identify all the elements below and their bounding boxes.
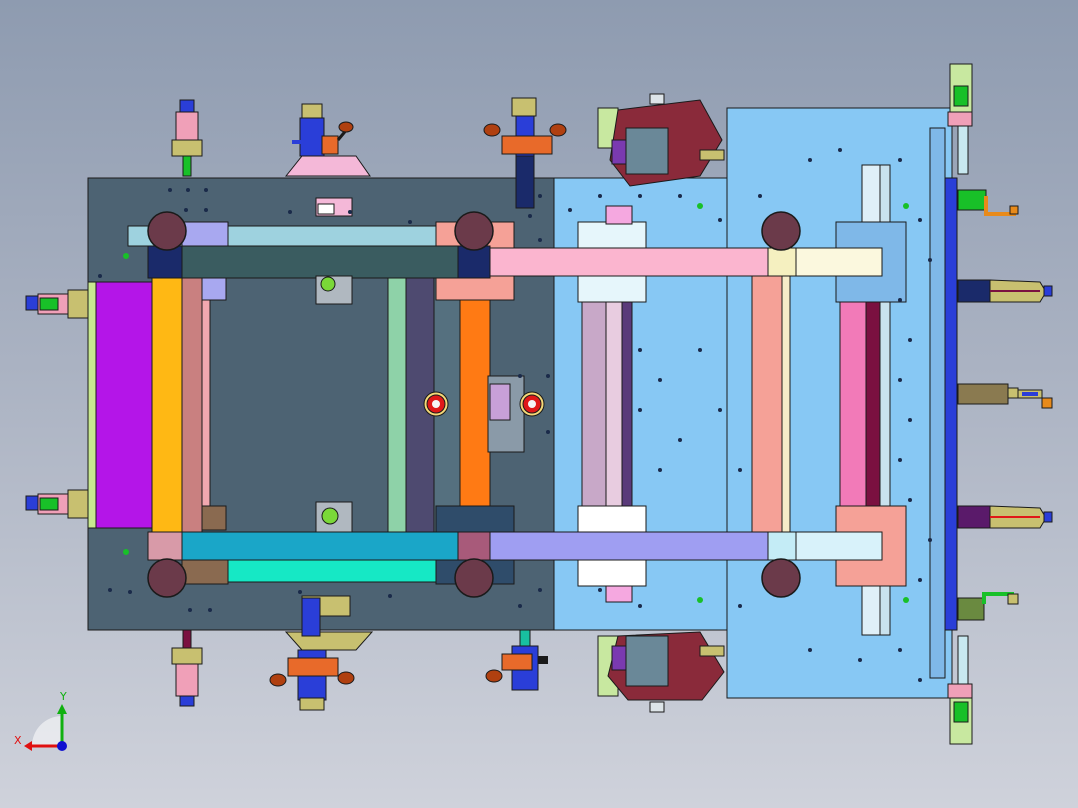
lilac-column <box>581 275 607 533</box>
bottom-beam-end-left <box>147 531 183 561</box>
white-sensor-tab <box>317 203 335 215</box>
wheel-bottom-mid <box>454 558 494 598</box>
clamp-bottom-4 <box>597 631 725 713</box>
bottom-beam-end-mid <box>457 531 491 561</box>
lavender-pad-top <box>201 277 227 301</box>
y-axis-arrow <box>57 704 67 714</box>
clamp-top-4 <box>597 93 725 187</box>
pink-column <box>201 291 211 519</box>
axis-triad: Y X <box>14 690 67 751</box>
pale-lilac-column <box>605 275 623 533</box>
z-axis-dot <box>57 741 67 751</box>
wheel-top-left <box>147 211 187 251</box>
cream-column <box>781 275 791 533</box>
green-locator-top <box>320 276 336 292</box>
salmon-column <box>751 275 783 533</box>
bottom-beam-brown-block <box>181 559 229 585</box>
bottom-beam-teal <box>147 531 491 561</box>
y-axis-label: Y <box>59 690 67 703</box>
bottom-light-beam-end <box>767 531 797 561</box>
bracket-right-2 <box>957 592 1019 621</box>
clamp-left-1 <box>25 289 89 319</box>
clamp-top-2 <box>284 103 371 177</box>
top-beam-dark <box>147 245 491 279</box>
top-beam-lavender-block <box>181 221 229 247</box>
clamp-top-1 <box>171 99 203 177</box>
top-cream-beam-end <box>767 247 797 277</box>
top-beam-navy-end-left <box>147 245 183 279</box>
bottom-beam-back <box>227 559 437 583</box>
maroon-column <box>865 275 881 533</box>
clamp-bottom-3 <box>485 629 548 691</box>
hot-pink-column <box>839 275 867 533</box>
right-rail-strip <box>929 127 946 679</box>
x-axis-arrow <box>24 741 32 751</box>
top-beam-navy-end-mid <box>457 245 491 279</box>
violet-strip <box>621 275 633 533</box>
cad-drawing-canvas: Y X <box>14 63 1053 751</box>
cylinder-right-3 <box>957 505 1053 529</box>
pink-tab-top <box>605 205 633 225</box>
wheel-bottom-left <box>147 558 187 598</box>
rose-column <box>181 277 203 533</box>
triad-shade <box>32 716 62 746</box>
bottom-lavender-beam <box>489 531 769 561</box>
brown-pad-bottom <box>201 505 227 531</box>
clamp-left-2 <box>25 489 89 519</box>
wheel-bottom-right <box>761 558 801 598</box>
magenta-block <box>95 281 153 529</box>
yellow-column <box>151 271 183 533</box>
wheel-top-mid <box>454 211 494 251</box>
green-locator-bottom <box>321 507 339 525</box>
bracket-right-1 <box>957 189 1019 216</box>
pink-tab-bottom <box>605 585 633 603</box>
top-pink-beam <box>489 247 769 277</box>
red-pin-right-core <box>528 400 536 408</box>
wheel-top-right <box>761 211 801 251</box>
clamp-bottom-1 <box>171 629 203 707</box>
x-axis-label: X <box>14 734 22 747</box>
left-green-strip <box>87 281 97 529</box>
orange-column <box>459 269 491 533</box>
cylinder-right-2 <box>957 383 1053 409</box>
cylinder-right-1 <box>957 279 1053 303</box>
red-pin-left-core <box>432 400 440 408</box>
center-locator-face <box>489 383 511 421</box>
mint-column <box>387 275 407 533</box>
